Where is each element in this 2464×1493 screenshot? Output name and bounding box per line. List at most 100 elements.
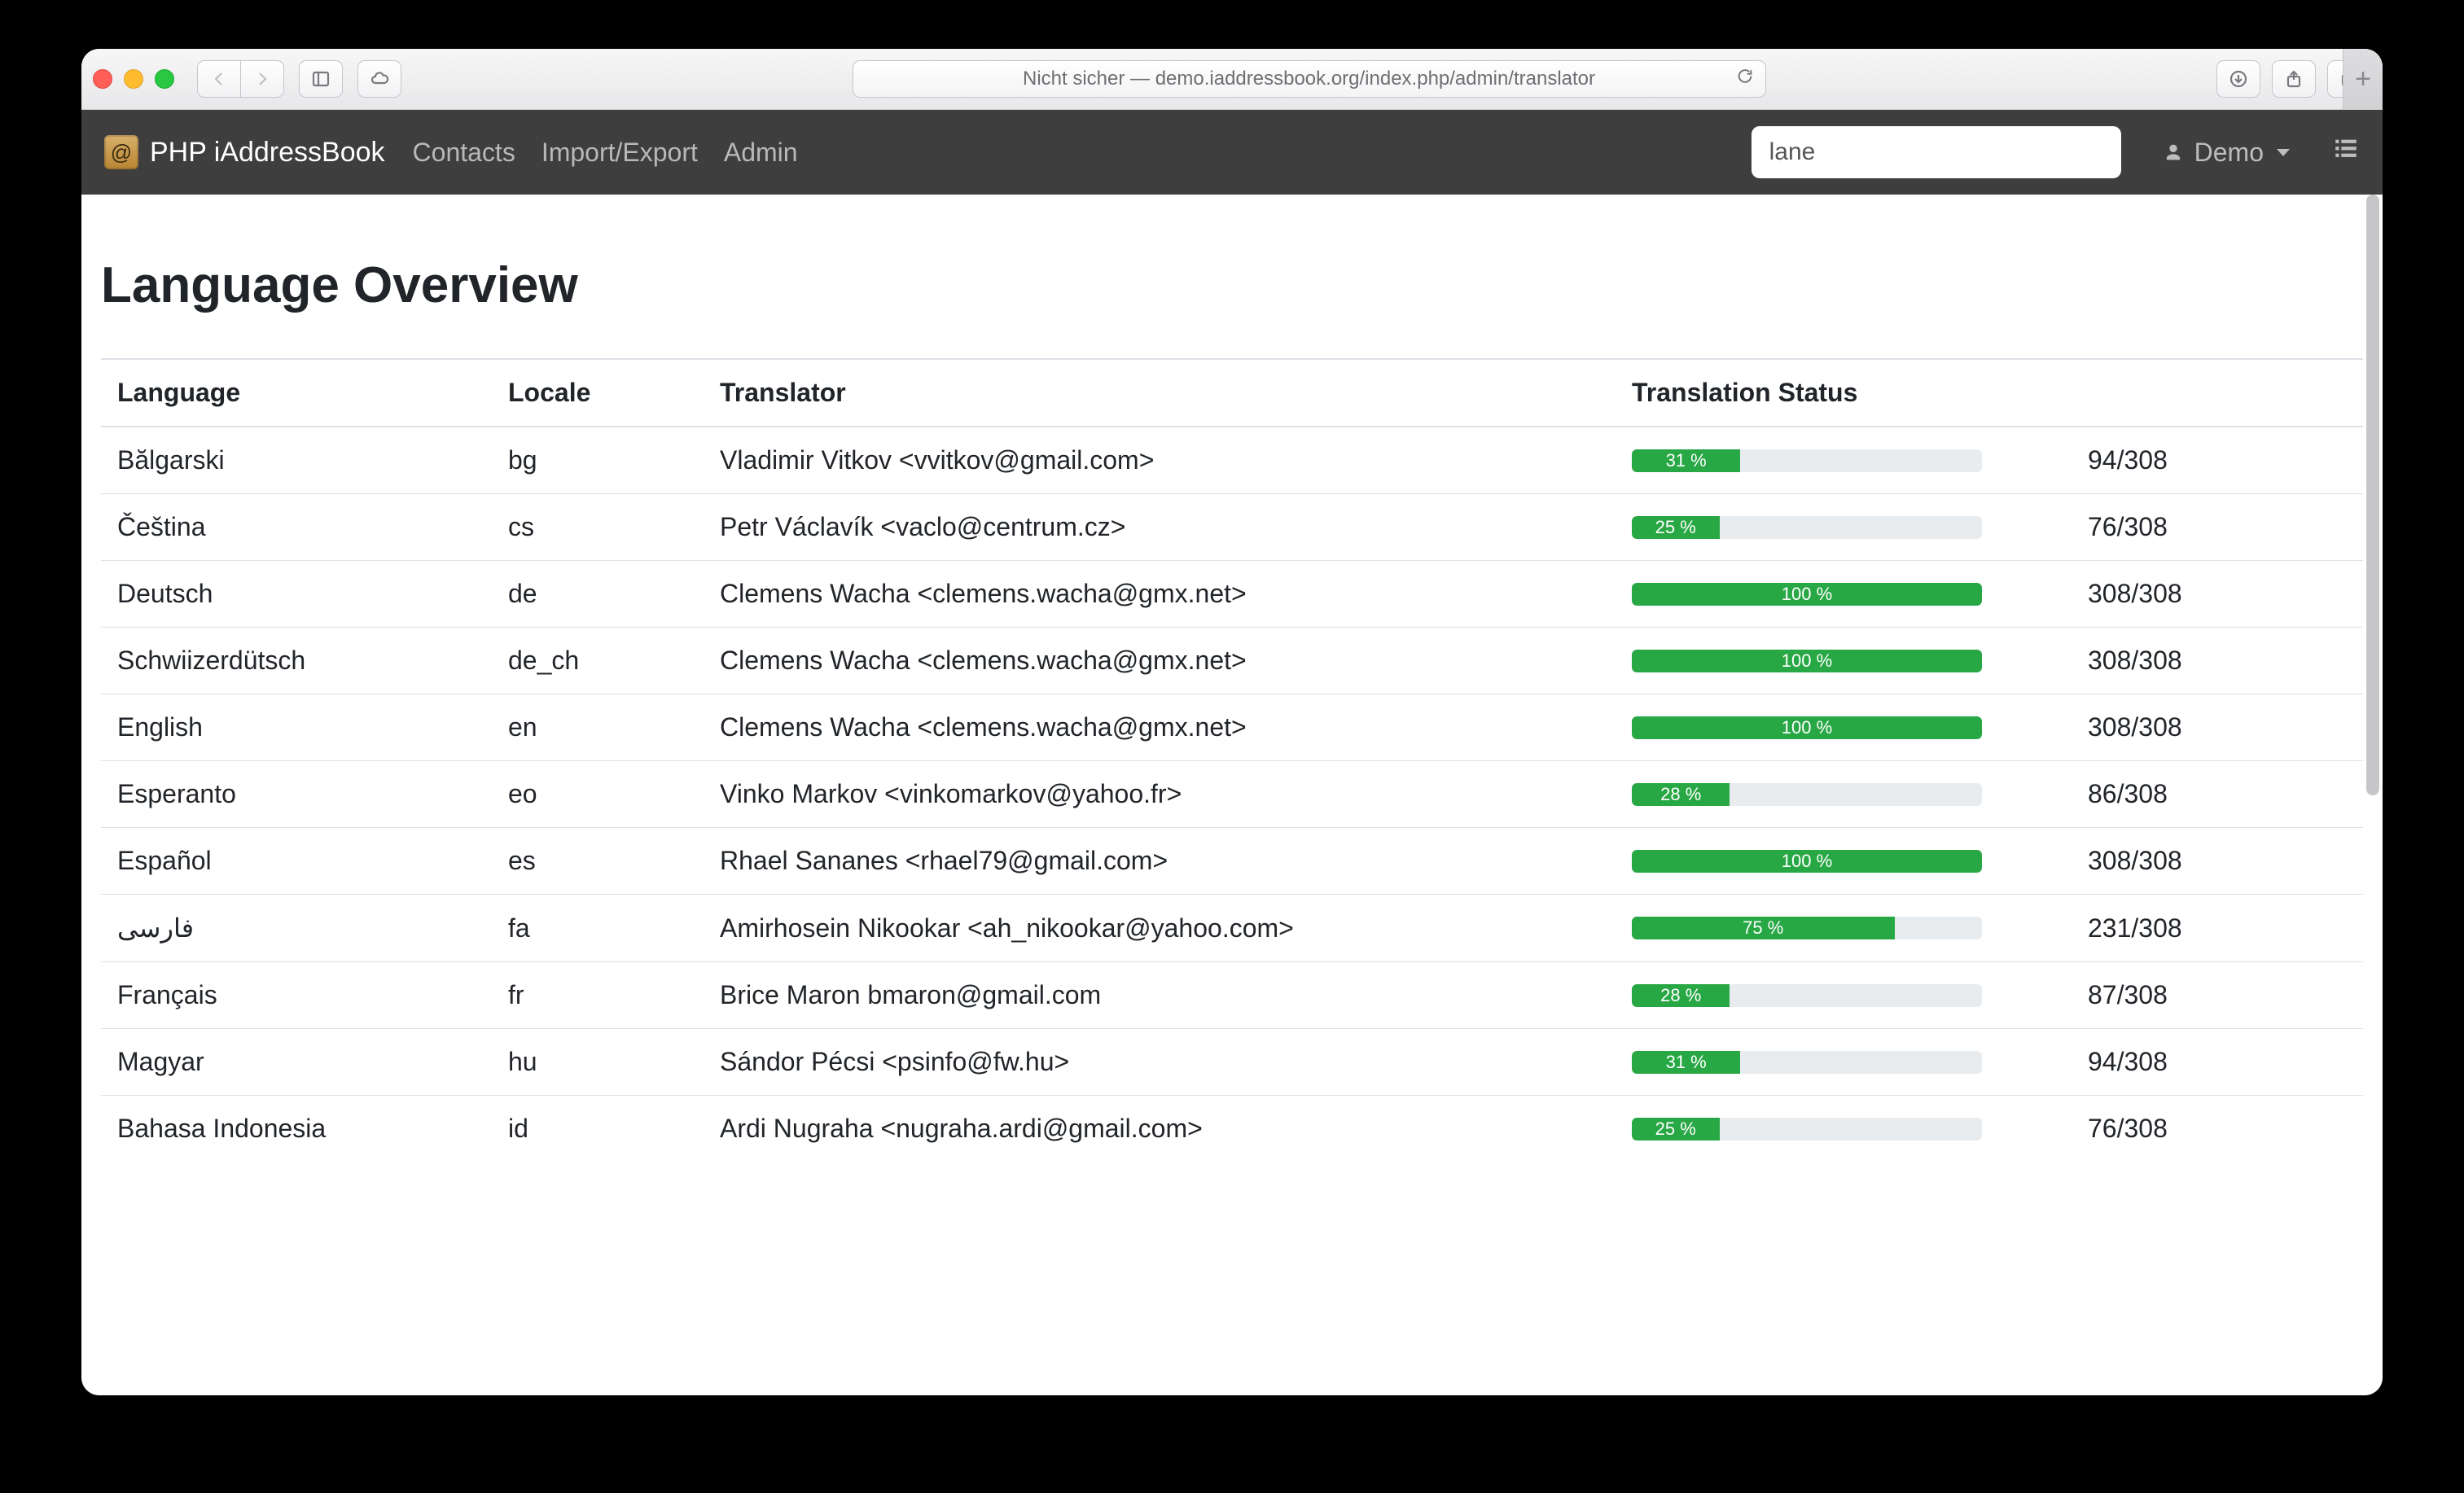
cell-language: Español — [101, 828, 492, 895]
cell-count: 308/308 — [2072, 828, 2363, 895]
nav-import-export[interactable]: Import/Export — [541, 138, 698, 168]
cell-locale: en — [492, 694, 704, 761]
cell-translator: Brice Maron bmaron@gmail.com — [704, 962, 1616, 1029]
cell-status: 100 % — [1616, 828, 2072, 895]
scrollbar[interactable] — [2366, 195, 2379, 795]
cell-count: 231/308 — [2072, 895, 2363, 962]
th-locale: Locale — [492, 359, 704, 427]
cell-count: 94/308 — [2072, 1029, 2363, 1096]
cell-translator: Rhael Sananes <rhael79@gmail.com> — [704, 828, 1616, 895]
cell-language: Bahasa Indonesia — [101, 1096, 492, 1162]
cell-status: 25 % — [1616, 1096, 2072, 1162]
cell-language: Čeština — [101, 494, 492, 561]
user-icon — [2162, 141, 2185, 164]
cell-translator: Vladimir Vitkov <vvitkov@gmail.com> — [704, 427, 1616, 494]
cell-count: 308/308 — [2072, 694, 2363, 761]
cell-status: 31 % — [1616, 427, 2072, 494]
nav-forward-button[interactable] — [241, 60, 284, 98]
progress-bar-fill: 100 % — [1632, 716, 1982, 739]
progress-bar-fill: 25 % — [1632, 516, 1720, 539]
cell-language: فارسی — [101, 895, 492, 962]
cell-count: 87/308 — [2072, 962, 2363, 1029]
cell-translator: Petr Václavík <vaclo@centrum.cz> — [704, 494, 1616, 561]
nav-back-button[interactable] — [197, 60, 241, 98]
progress-bar: 31 % — [1632, 1051, 1982, 1074]
browser-window: Nicht sicher — demo.iaddressbook.org/ind… — [81, 49, 2383, 1395]
table-row: EnglishenClemens Wacha <clemens.wacha@gm… — [101, 694, 2363, 761]
progress-bar-fill: 25 % — [1632, 1118, 1720, 1141]
progress-bar-fill: 31 % — [1632, 449, 1740, 472]
table-row: FrançaisfrBrice Maron bmaron@gmail.com 28… — [101, 962, 2363, 1029]
search-input[interactable] — [1752, 126, 2121, 178]
window-minimize-button[interactable] — [124, 69, 143, 89]
progress-bar-fill: 28 % — [1632, 984, 1730, 1007]
new-tab-button[interactable]: + — [2343, 49, 2383, 109]
cell-locale: de_ch — [492, 628, 704, 694]
cell-status: 28 % — [1616, 761, 2072, 828]
cell-status: 100 % — [1616, 628, 2072, 694]
cell-translator: Vinko Markov <vinkomarkov@yahoo.fr> — [704, 761, 1616, 828]
cell-language: Deutsch — [101, 561, 492, 628]
table-row: EspañolesRhael Sananes <rhael79@gmail.co… — [101, 828, 2363, 895]
progress-bar: 100 % — [1632, 850, 1982, 873]
list-view-button[interactable] — [2332, 135, 2360, 169]
cell-locale: fa — [492, 895, 704, 962]
progress-bar: 100 % — [1632, 583, 1982, 606]
cell-count: 86/308 — [2072, 761, 2363, 828]
icloud-tabs-button[interactable] — [357, 60, 401, 98]
nav-contacts[interactable]: Contacts — [413, 138, 515, 168]
cell-language: Français — [101, 962, 492, 1029]
table-row: فارسیfaAmirhosein Nikookar <ah_nikookar@… — [101, 895, 2363, 962]
cell-count: 76/308 — [2072, 1096, 2363, 1162]
cell-status: 100 % — [1616, 561, 2072, 628]
cell-translator: Clemens Wacha <clemens.wacha@gmx.net> — [704, 561, 1616, 628]
window-zoom-button[interactable] — [155, 69, 174, 89]
cell-locale: id — [492, 1096, 704, 1162]
page-title: Language Overview — [101, 256, 2363, 314]
table-row: Schwiizerdütschde_chClemens Wacha <cleme… — [101, 628, 2363, 694]
progress-bar-fill: 75 % — [1632, 917, 1895, 939]
address-bar[interactable]: Nicht sicher — demo.iaddressbook.org/ind… — [853, 60, 1766, 98]
th-language: Language — [101, 359, 492, 427]
progress-bar: 75 % — [1632, 917, 1982, 939]
progress-bar: 25 % — [1632, 516, 1982, 539]
cell-count: 308/308 — [2072, 561, 2363, 628]
page-content: Language Overview Language Locale Transl… — [81, 195, 2383, 1395]
table-row: ČeštinacsPetr Václavík <vaclo@centrum.cz… — [101, 494, 2363, 561]
progress-bar-fill: 100 % — [1632, 583, 1982, 606]
brand-text: PHP iAddressBook — [150, 137, 385, 169]
brand[interactable]: @ PHP iAddressBook — [104, 135, 385, 169]
progress-bar-fill: 28 % — [1632, 783, 1730, 806]
cell-count: 94/308 — [2072, 427, 2363, 494]
cell-locale: de — [492, 561, 704, 628]
th-translator: Translator — [704, 359, 1616, 427]
downloads-button[interactable] — [2216, 60, 2260, 98]
cell-count: 76/308 — [2072, 494, 2363, 561]
sidebar-toggle-button[interactable] — [299, 60, 343, 98]
window-close-button[interactable] — [93, 69, 112, 89]
cell-count: 308/308 — [2072, 628, 2363, 694]
cell-language: Magyar — [101, 1029, 492, 1096]
cell-status: 100 % — [1616, 694, 2072, 761]
progress-bar: 100 % — [1632, 716, 1982, 739]
reload-icon[interactable] — [1736, 68, 1754, 91]
cell-language: Bălgarski — [101, 427, 492, 494]
user-label: Demo — [2194, 138, 2264, 168]
cell-locale: fr — [492, 962, 704, 1029]
cell-translator: Amirhosein Nikookar <ah_nikookar@yahoo.c… — [704, 895, 1616, 962]
user-menu[interactable]: Demo — [2162, 138, 2290, 168]
th-status: Translation Status — [1616, 359, 2363, 427]
progress-bar-fill: 31 % — [1632, 1051, 1740, 1074]
share-button[interactable] — [2272, 60, 2316, 98]
browser-toolbar: Nicht sicher — demo.iaddressbook.org/ind… — [81, 49, 2383, 110]
cell-translator: Ardi Nugraha <nugraha.ardi@gmail.com> — [704, 1096, 1616, 1162]
address-bar-text: Nicht sicher — demo.iaddressbook.org/ind… — [1023, 68, 1595, 90]
cell-language: Esperanto — [101, 761, 492, 828]
brand-icon: @ — [104, 135, 138, 169]
progress-bar-fill: 100 % — [1632, 650, 1982, 672]
cell-status: 25 % — [1616, 494, 2072, 561]
nav-admin[interactable]: Admin — [724, 138, 798, 168]
cell-locale: cs — [492, 494, 704, 561]
cell-translator: Clemens Wacha <clemens.wacha@gmx.net> — [704, 694, 1616, 761]
chevron-down-icon — [2277, 149, 2290, 156]
